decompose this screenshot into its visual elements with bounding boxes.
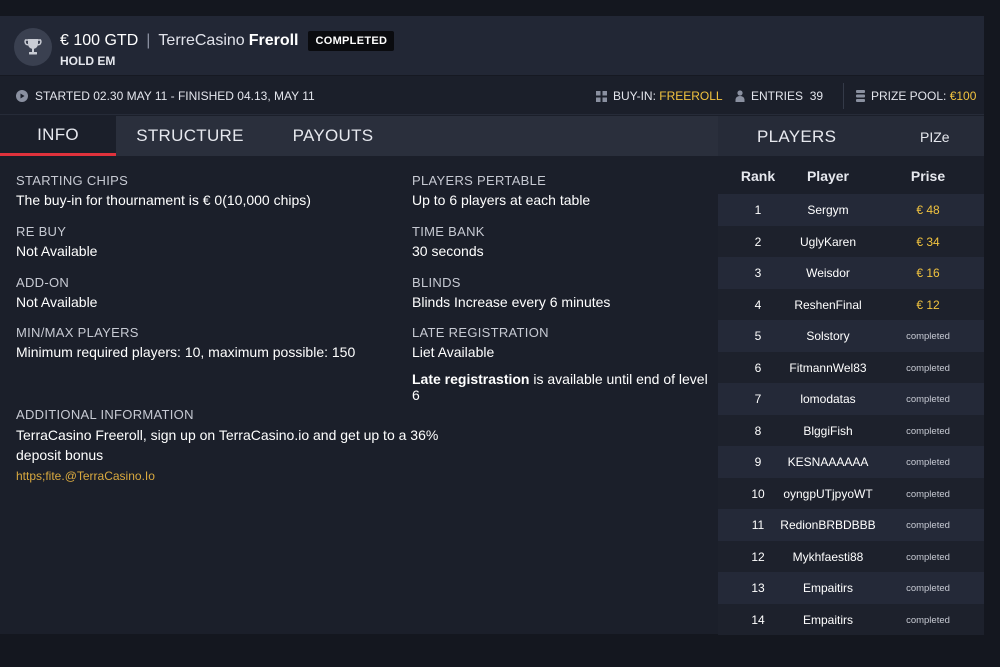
table-row[interactable]: 4 ReshenFinal € 12 [718,288,984,320]
brand-name: TerreCasino [158,32,245,49]
player-prize: completed [906,331,950,342]
guarantee-amount: € 100 GTD [60,32,139,49]
trophy-icon [14,28,52,66]
table-row[interactable]: 10 oyngpUTjpyoWT completed [718,477,984,509]
coins-icon [856,90,865,102]
player-prize: € 34 [916,234,940,249]
starting-chips-value: The buy-in for thournament is € 0(10,000… [16,192,311,208]
time-bank: TIME BANK 30 seconds [412,224,712,259]
blinds: BLINDS Blinds Increase every 6 minutes [412,275,712,310]
grid-icon [596,90,607,102]
min-max-players-label: MIN/MAX PLAYERS [16,325,139,340]
players-header: PLAYERS PIZe [718,116,984,156]
tournament-title: € 100 GTD | TerreCasino Freroll COMPLETE… [60,31,395,51]
player-prize: € 16 [916,266,940,280]
additional-information-label: ADDITIONAL INFORMATION [16,407,194,422]
status-badge: COMPLETED [308,31,395,51]
entries-label: ENTRIES [751,89,804,103]
min-max-players-value: Minimum required players: 10, maximum po… [16,344,356,360]
player-prize: completed [906,394,950,405]
tab-structure[interactable]: STRUCTURE [116,116,264,156]
column-prize: Prise [910,168,946,184]
buyin: BUY-IN: FREEROLL [596,89,723,103]
players-pize-tab[interactable]: PIZe [920,129,950,145]
info-panel: STARTING CHIPS The buy-in for thournamen… [0,156,718,634]
table-row[interactable]: 9 KESNAAAAAA completed [718,446,984,478]
rebuy-label: RE BUY [16,224,67,239]
player-prize: completed [906,425,950,437]
person-icon [735,90,745,102]
prize-pool-value: €100 [949,89,977,103]
tab-info[interactable]: INFO [0,116,116,156]
players-title: PLAYERS [757,127,837,146]
addon-label: ADD-ON [16,275,70,290]
tournament-name: Freroll [248,32,299,49]
entries-value: 39 [809,89,824,103]
addon-value: Not Available [16,294,98,310]
player-prize: completed [906,520,950,531]
table-row[interactable]: 6 FitmannWel83 completed [718,351,984,383]
players-per-table-label: PLAYERS PERTABLE [412,173,547,188]
late-registration: LATE REGISTRATION Liet Available Late re… [412,325,716,403]
table-row[interactable]: 5 Solstory completed [718,320,984,352]
rebuy: RE BUY Not Available [16,224,396,259]
tournament-header: € 100 GTD | TerreCasino Freroll COMPLETE… [0,16,984,76]
late-registration-note: Late registrastion is available until en… [412,371,716,403]
table-row[interactable]: 13 Empaitirs completed [718,572,984,604]
blinds-label: BLINDS [412,275,461,290]
title-separator: | [146,32,151,49]
table-row[interactable]: 2 UglyKaren € 34 [718,225,984,257]
rebuy-value: Not Available [16,243,98,259]
players-list: 1 Sergym € 48 2 UglyKaren € 34 3 Weisdor € 16 4 Re… [718,194,984,635]
play-circle-icon [16,90,28,102]
tournament-window: € 100 GTD | TerreCasino Freroll COMPLETE… [0,16,984,635]
schedule: STARTED 02.30 MAY 11 - FINISHED 04.13, M… [16,89,315,103]
player-prize: € 12 [916,297,940,312]
table-row[interactable]: 7 lomodatas completed [718,383,984,415]
table-row[interactable]: 3 Weisdor € 16 [718,257,984,289]
starting-chips: STARTING CHIPS The buy-in for thournamen… [16,173,396,208]
late-registration-note-strong: Late registrastion [412,371,530,387]
player-prize: completed [906,457,950,468]
starting-chips-label: STARTING CHIPS [16,173,129,188]
buyin-label: BUY-IN: [613,89,656,103]
min-max-players: MIN/MAX PLAYERS Minimum required players… [16,325,396,360]
player-prize: € 48 [916,203,940,217]
player-prize: completed [906,362,950,374]
additional-information: ADDITIONAL INFORMATION TerraCasino Freer… [16,407,466,483]
late-registration-label: LATE REGISTRATION [412,325,549,340]
player-prize: completed [906,551,950,563]
blinds-value: Blinds Increase every 6 minutes [412,294,611,310]
table-row[interactable]: 12 Mykhfaesti88 completed [718,540,984,572]
schedule-text: STARTED 02.30 MAY 11 - FINISHED 04.13, M… [35,89,315,103]
player-prize: completed [906,614,950,626]
game-type: HOLD EM [60,54,116,68]
players-panel: PLAYERS PIZe Rank Player Prise 1 Sergym € … [718,116,984,635]
additional-information-link[interactable]: https;fite.@TerraCasino.Io [16,469,466,483]
player-prize: completed [906,488,950,500]
tournament-infobar: STARTED 02.30 MAY 11 - FINISHED 04.13, M… [0,77,984,115]
table-row[interactable]: 11 RedionBRBDBBB completed [718,509,984,541]
addon: ADD-ON Not Available [16,275,396,310]
table-row[interactable]: 1 Sergym € 48 [718,194,984,226]
buyin-value: FREEROLL [659,89,723,103]
players-per-table: PLAYERS PERTABLE Up to 6 players at each… [412,173,712,208]
table-row[interactable]: 14 Empaitirs completed [718,603,984,635]
infobar-divider [843,83,844,109]
players-column-headers: Rank Player Prise [718,156,984,194]
tab-bar: INFO STRUCTURE PAYOUTS [0,116,718,156]
players-per-table-value: Up to 6 players at each table [412,192,591,208]
player-prize: completed [906,583,950,594]
prize-pool-label: PRIZE POOL: [871,89,947,103]
additional-information-value: TerraCasino Freeroll, sign up on TerraCa… [16,427,439,463]
time-bank-label: TIME BANK [412,224,485,239]
tab-payouts[interactable]: PAYOUTS [264,116,402,156]
time-bank-value: 30 seconds [412,243,484,259]
entries: ENTRIES 39 [735,89,823,103]
prize-pool: PRIZE POOL: €100 [856,89,976,103]
late-registration-value: Liet Available [412,344,495,360]
table-row[interactable]: 8 BlggiFish completed [718,414,984,446]
